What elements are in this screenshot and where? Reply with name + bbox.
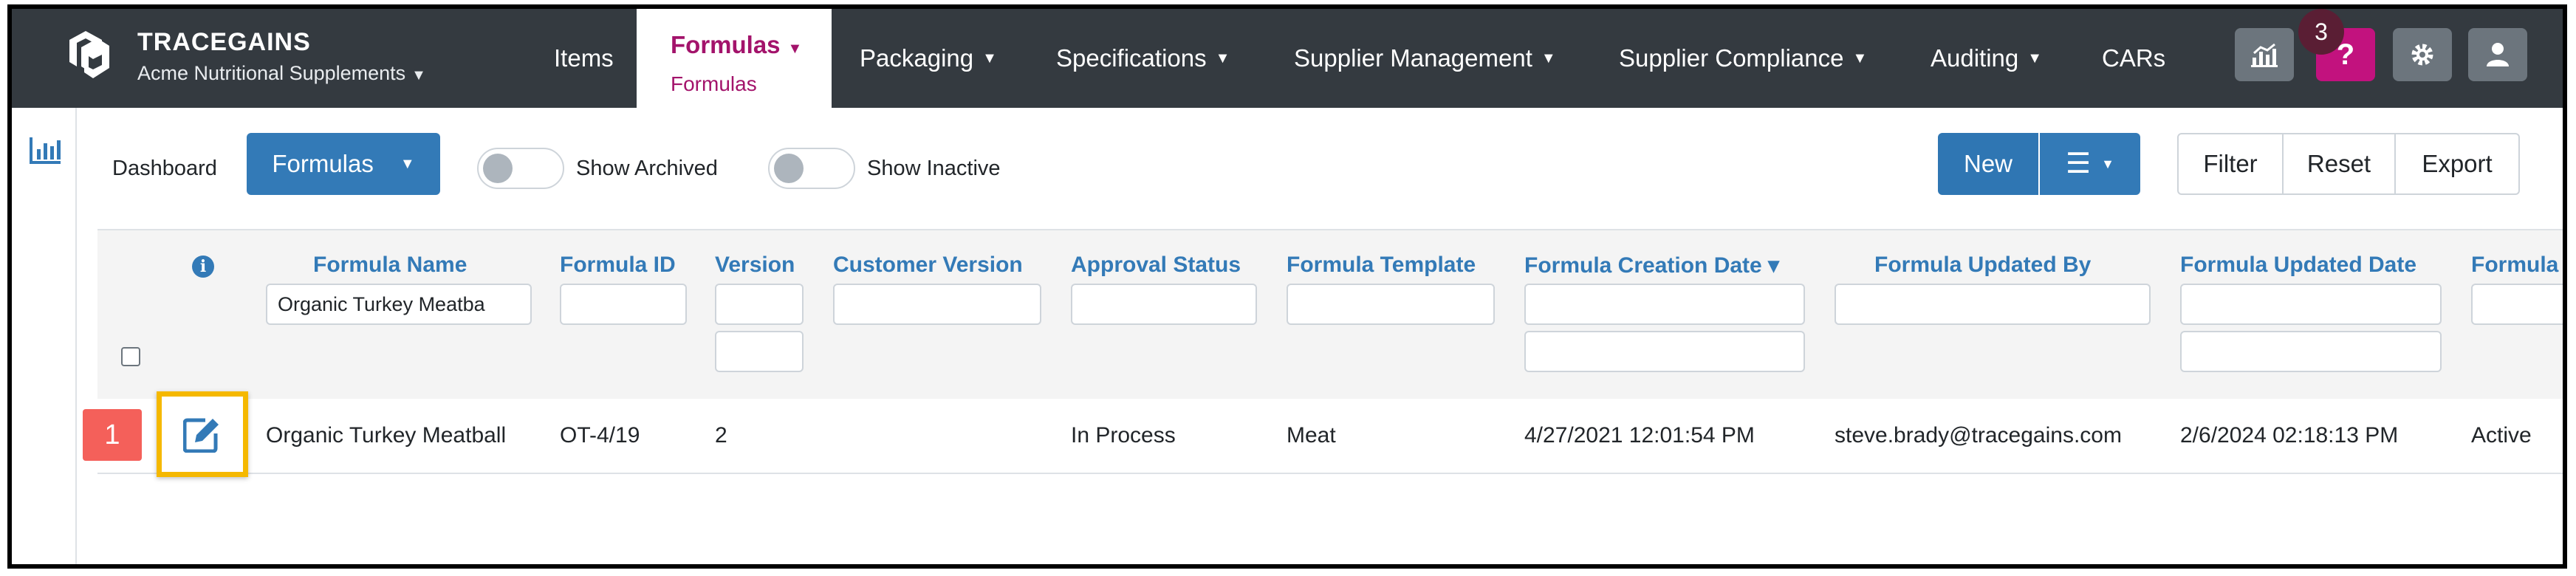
nav-specifications[interactable]: Specifications ▼	[1056, 9, 1230, 108]
col-formula-id[interactable]: Formula ID	[560, 253, 676, 278]
nav-cars[interactable]: CARs	[2102, 9, 2165, 108]
col-formula-active[interactable]: Formula A	[2471, 253, 2563, 278]
cell-version: 2	[715, 423, 727, 448]
top-nav: TRACEGAINS Acme Nutritional Supplements ▼…	[12, 9, 2563, 108]
toggle-knob	[774, 154, 804, 183]
settings-button[interactable]	[2393, 28, 2452, 81]
nav-cars-label: CARs	[2102, 44, 2166, 72]
grid-actions: Filter Reset Export	[2177, 133, 2520, 195]
hamburger-icon: ☰	[2066, 148, 2092, 179]
cell-formula-id: OT-4/19	[560, 423, 640, 448]
nav-items[interactable]: Items	[554, 9, 614, 108]
cell-formula-name: Organic Turkey Meatball	[266, 423, 507, 448]
chevron-down-icon: ▼	[787, 41, 803, 57]
nav-auditing[interactable]: Auditing ▼	[1931, 9, 2042, 108]
new-button-label: New	[1963, 150, 2013, 177]
show-inactive-toggle[interactable]	[768, 148, 855, 189]
info-icon[interactable]: i	[192, 256, 214, 278]
view-select-label: Formulas	[272, 150, 374, 177]
nav-supplier-management-label: Supplier Management	[1294, 44, 1532, 72]
nav-formulas-label: Formulas	[671, 31, 781, 58]
nav-items-label: Items	[554, 44, 614, 72]
step-number-badge: 1	[83, 409, 142, 461]
grid-header: i Formula Name Formula ID Version Custom…	[97, 229, 2563, 400]
reset-button[interactable]: Reset	[2284, 134, 2396, 193]
col-approval-status[interactable]: Approval Status	[1071, 253, 1241, 278]
app-window: TRACEGAINS Acme Nutritional Supplements ▼…	[7, 4, 2567, 569]
cell-updated-by: steve.brady@tracegains.com	[1835, 423, 2122, 448]
select-all-checkbox[interactable]	[121, 347, 140, 366]
chevron-down-icon: ▼	[1215, 49, 1230, 66]
filter-formula-template[interactable]	[1287, 284, 1495, 325]
analytics-button[interactable]	[2235, 28, 2294, 81]
filter-updated-date-to[interactable]	[2180, 331, 2442, 372]
chevron-down-icon: ▼	[2101, 156, 2114, 171]
toggle-knob	[483, 154, 513, 183]
nav-packaging[interactable]: Packaging ▼	[860, 9, 997, 108]
nav-auditing-label: Auditing	[1931, 44, 2019, 72]
col-formula-updated-date[interactable]: Formula Updated Date	[2180, 253, 2416, 278]
user-icon	[2487, 43, 2509, 66]
nav-formulas-sub[interactable]: Formulas	[671, 72, 757, 96]
filter-button[interactable]: Filter	[2179, 134, 2284, 193]
cell-formula-template: Meat	[1287, 423, 1336, 448]
table-row[interactable]: Organic Turkey Meatball OT-4/19 2 In Pro…	[97, 399, 2563, 474]
nav-supplier-management[interactable]: Supplier Management ▼	[1294, 9, 1556, 108]
nav-packaging-label: Packaging	[860, 44, 974, 72]
edit-button[interactable]	[157, 391, 248, 477]
filter-approval-status[interactable]	[1071, 284, 1257, 325]
account-name: Acme Nutritional Supplements	[137, 62, 406, 84]
show-inactive-label: Show Inactive	[867, 157, 1001, 180]
nav-supplier-compliance-label: Supplier Compliance	[1619, 44, 1844, 72]
col-customer-version[interactable]: Customer Version	[833, 253, 1023, 278]
notification-badge[interactable]: 3	[2298, 9, 2344, 55]
chevron-down-icon: ▼	[1852, 49, 1868, 66]
col-version[interactable]: Version	[715, 253, 795, 278]
cell-approval-status: In Process	[1071, 423, 1176, 448]
export-button[interactable]: Export	[2396, 134, 2518, 193]
chart-icon[interactable]	[28, 136, 62, 165]
nav-specifications-label: Specifications	[1056, 44, 1207, 72]
chevron-down-icon: ▼	[982, 49, 997, 66]
dashboard-link[interactable]: Dashboard	[112, 157, 217, 181]
account-selector[interactable]: Acme Nutritional Supplements ▼	[137, 62, 426, 85]
filter-creation-date-from[interactable]	[1524, 284, 1805, 325]
new-menu-button[interactable]: ☰ ▼	[2040, 133, 2140, 195]
filter-formula-name[interactable]	[266, 284, 532, 325]
col-formula-updated-by[interactable]: Formula Updated By	[1874, 253, 2091, 278]
filter-updated-date-from[interactable]	[2180, 284, 2442, 325]
user-button[interactable]	[2468, 28, 2527, 81]
filter-version-from[interactable]	[715, 284, 804, 325]
left-rail	[12, 108, 77, 564]
cell-updated-date: 2/6/2024 02:18:13 PM	[2180, 423, 2399, 448]
edit-icon	[183, 418, 219, 453]
filter-version-to[interactable]	[715, 331, 804, 372]
analytics-icon	[2251, 43, 2278, 67]
cell-active: Active	[2471, 423, 2532, 448]
chevron-down-icon: ▼	[2027, 49, 2043, 66]
nav-supplier-compliance[interactable]: Supplier Compliance ▼	[1619, 9, 1867, 108]
filter-formula-id[interactable]	[560, 284, 687, 325]
chevron-down-icon: ▼	[1541, 49, 1556, 66]
chevron-down-icon: ▼	[411, 67, 426, 83]
col-formula-template[interactable]: Formula Template	[1287, 253, 1476, 278]
col-formula-name[interactable]: Formula Name	[313, 253, 467, 278]
brand-name: TRACEGAINS	[137, 28, 311, 56]
filter-formula-active[interactable]	[2471, 284, 2563, 325]
show-archived-label: Show Archived	[576, 157, 718, 180]
logo-icon[interactable]	[64, 25, 115, 84]
nav-formulas[interactable]: Formulas ▼ Formulas	[637, 9, 832, 108]
cell-creation-date: 4/27/2021 12:01:54 PM	[1524, 423, 1755, 448]
new-button[interactable]: New	[1938, 133, 2038, 195]
chevron-down-icon: ▼	[400, 155, 415, 172]
view-select[interactable]: Formulas ▼	[247, 133, 440, 195]
filter-customer-version[interactable]	[833, 284, 1041, 325]
gear-icon	[2411, 44, 2433, 66]
filter-creation-date-to[interactable]	[1524, 331, 1805, 372]
filter-updated-by[interactable]	[1835, 284, 2151, 325]
show-archived-toggle[interactable]	[477, 148, 564, 189]
col-formula-creation-date[interactable]: Formula Creation Date ▾	[1524, 253, 1779, 278]
